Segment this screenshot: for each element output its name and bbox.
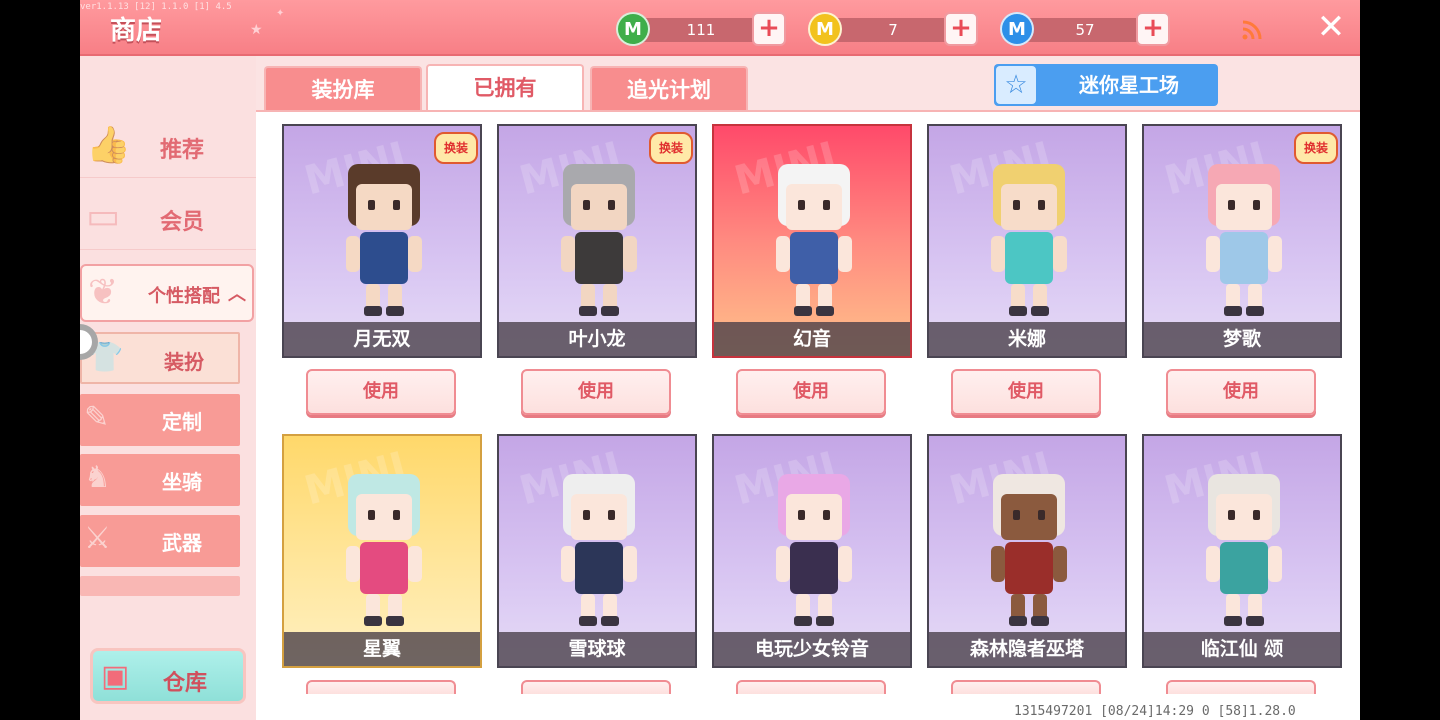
star-decoration-icon: ★ bbox=[250, 22, 263, 38]
add-mini-bean-button[interactable]: + bbox=[752, 12, 786, 46]
skin-card[interactable]: MINI米娜 bbox=[927, 124, 1127, 358]
header-bar: ver1.1.13 [12] 1.1.0 [1] 4.5 商店 ★ ✦ M 11… bbox=[80, 0, 1360, 56]
mini-workshop-label: 迷你星工场 bbox=[1079, 73, 1179, 97]
add-star-coin-button[interactable]: + bbox=[1136, 12, 1170, 46]
use-button[interactable] bbox=[951, 680, 1101, 694]
skin-card[interactable]: MINI星翼 bbox=[282, 434, 482, 668]
skin-card[interactable]: MINI换装叶小龙 bbox=[497, 124, 697, 358]
vip-card-icon: ▭ bbox=[86, 196, 121, 237]
character-figure bbox=[1206, 474, 1282, 626]
skin-name: 临江仙 颂 bbox=[1144, 632, 1340, 666]
add-mini-coin-button[interactable]: + bbox=[944, 12, 978, 46]
star-coin-count: 57 bbox=[1075, 21, 1095, 39]
close-icon[interactable]: ✕ bbox=[1314, 10, 1348, 44]
warehouse-button[interactable]: ▣ 仓库 bbox=[90, 648, 246, 704]
sidebar-sub-label: 定制 bbox=[162, 410, 202, 434]
chest-icon: ▣ bbox=[101, 659, 130, 694]
use-button[interactable] bbox=[521, 680, 671, 694]
skin-card[interactable]: MINI换装月无双 bbox=[282, 124, 482, 358]
character-figure bbox=[776, 474, 852, 626]
character-figure bbox=[1206, 164, 1282, 316]
outfit-icon: ❦ bbox=[88, 272, 119, 313]
sidebar-sub-label: 武器 bbox=[162, 531, 202, 555]
owned-items-grid: MINI换装月无双使用MINI换装叶小龙使用MINI幻音使用MINI米娜使用MI… bbox=[256, 110, 1360, 720]
star-coin-icon: M bbox=[1000, 12, 1034, 46]
character-figure bbox=[776, 164, 852, 316]
currency-mini-bean: M 111 + bbox=[616, 12, 786, 46]
sidebar-sub-custom[interactable]: ✎ 定制 bbox=[80, 394, 240, 446]
mini-coin-icon: M bbox=[808, 12, 842, 46]
sidebar-sub-more[interactable] bbox=[80, 576, 240, 596]
character-figure bbox=[991, 474, 1067, 626]
skin-name: 电玩少女铃音 bbox=[714, 632, 910, 666]
use-button[interactable] bbox=[1166, 680, 1316, 694]
sidebar-sub-label: 装扮 bbox=[164, 350, 204, 374]
character-figure bbox=[561, 474, 637, 626]
mount-icon: ♞ bbox=[84, 460, 111, 495]
page-title: 商店 bbox=[110, 16, 163, 46]
sidebar-sub-weapon[interactable]: ⚔ 武器 bbox=[80, 515, 240, 567]
chevron-up-icon: ︿ bbox=[228, 284, 246, 305]
skin-card[interactable]: MINI森林隐者巫塔 bbox=[927, 434, 1127, 668]
star-decoration-icon: ✦ bbox=[276, 8, 285, 19]
sidebar-item-label: 推荐 bbox=[160, 138, 205, 163]
use-button[interactable]: 使用 bbox=[1166, 369, 1316, 415]
use-button[interactable]: 使用 bbox=[951, 369, 1101, 415]
tab-chase-light[interactable]: 追光计划 bbox=[590, 66, 748, 112]
sidebar-item-vip[interactable]: ▭ 会员 bbox=[80, 186, 256, 250]
mini-workshop-button[interactable]: ☆ 迷你星工场 bbox=[994, 64, 1218, 106]
use-button[interactable]: 使用 bbox=[521, 369, 671, 415]
skin-name: 森林隐者巫塔 bbox=[929, 632, 1125, 666]
skin-card[interactable]: MINI幻音 bbox=[712, 124, 912, 358]
currency-mini-coin: M 7 + bbox=[808, 12, 978, 46]
use-button[interactable] bbox=[306, 680, 456, 694]
warehouse-label: 仓库 bbox=[163, 671, 208, 696]
currency-star-coin: M 57 + bbox=[1000, 12, 1170, 46]
sidebar-sub-costume[interactable]: 👕 装扮 bbox=[80, 332, 240, 384]
use-button[interactable] bbox=[736, 680, 886, 694]
character-figure bbox=[346, 164, 422, 316]
sidebar: 👍 推荐 ▭ 会员 ❦ 个性搭配 ︿ 👕 装扮 ✎ 定制 ♞ 坐骑 ⚔ 武器 ▣… bbox=[80, 56, 256, 720]
brush-icon: ✎ bbox=[84, 400, 110, 435]
character-figure bbox=[991, 164, 1067, 316]
sidebar-sub-label: 坐骑 bbox=[162, 470, 202, 494]
skin-card[interactable]: MINI电玩少女铃音 bbox=[712, 434, 912, 668]
sidebar-sub-mount[interactable]: ♞ 坐骑 bbox=[80, 454, 240, 506]
thumbs-up-icon: 👍 bbox=[86, 125, 131, 166]
outfit-swap-badge-icon: 换装 bbox=[434, 132, 478, 164]
skin-name: 月无双 bbox=[284, 322, 480, 356]
skin-name: 幻音 bbox=[714, 322, 910, 356]
star-icon: ☆ bbox=[996, 66, 1036, 104]
sidebar-item-personal[interactable]: ❦ 个性搭配 ︿ bbox=[80, 264, 254, 322]
mini-coin-count: 7 bbox=[888, 21, 898, 39]
gun-icon: ⚔ bbox=[84, 521, 111, 556]
skin-card[interactable]: MINI换装梦歌 bbox=[1142, 124, 1342, 358]
skin-name: 米娜 bbox=[929, 322, 1125, 356]
tab-costume-library[interactable]: 装扮库 bbox=[264, 66, 422, 112]
skin-name: 梦歌 bbox=[1144, 322, 1340, 356]
outfit-swap-badge-icon: 换装 bbox=[649, 132, 693, 164]
character-figure bbox=[346, 474, 422, 626]
sidebar-item-label: 会员 bbox=[160, 210, 205, 235]
skin-name: 叶小龙 bbox=[499, 322, 695, 356]
use-button[interactable]: 使用 bbox=[736, 369, 886, 415]
mini-bean-icon: M bbox=[616, 12, 650, 46]
sidebar-item-label: 个性搭配 bbox=[148, 286, 220, 307]
outfit-swap-badge-icon: 换装 bbox=[1294, 132, 1338, 164]
mini-bean-count: 111 bbox=[686, 21, 716, 39]
use-button[interactable]: 使用 bbox=[306, 369, 456, 415]
tab-owned[interactable]: 已拥有 bbox=[426, 64, 584, 112]
skin-name: 星翼 bbox=[284, 632, 480, 666]
session-info-text: 1315497201 [08/24]14:29 0 [58]1.28.0 bbox=[1014, 704, 1296, 719]
skin-name: 雪球球 bbox=[499, 632, 695, 666]
skin-card[interactable]: MINI雪球球 bbox=[497, 434, 697, 668]
character-figure bbox=[561, 164, 637, 316]
sidebar-item-recommend[interactable]: 👍 推荐 bbox=[80, 114, 256, 178]
shop-window: ver1.1.13 [12] 1.1.0 [1] 4.5 商店 ★ ✦ M 11… bbox=[80, 0, 1360, 720]
skin-card[interactable]: MINI临江仙 颂 bbox=[1142, 434, 1342, 668]
feed-signal-icon[interactable] bbox=[1240, 18, 1264, 42]
